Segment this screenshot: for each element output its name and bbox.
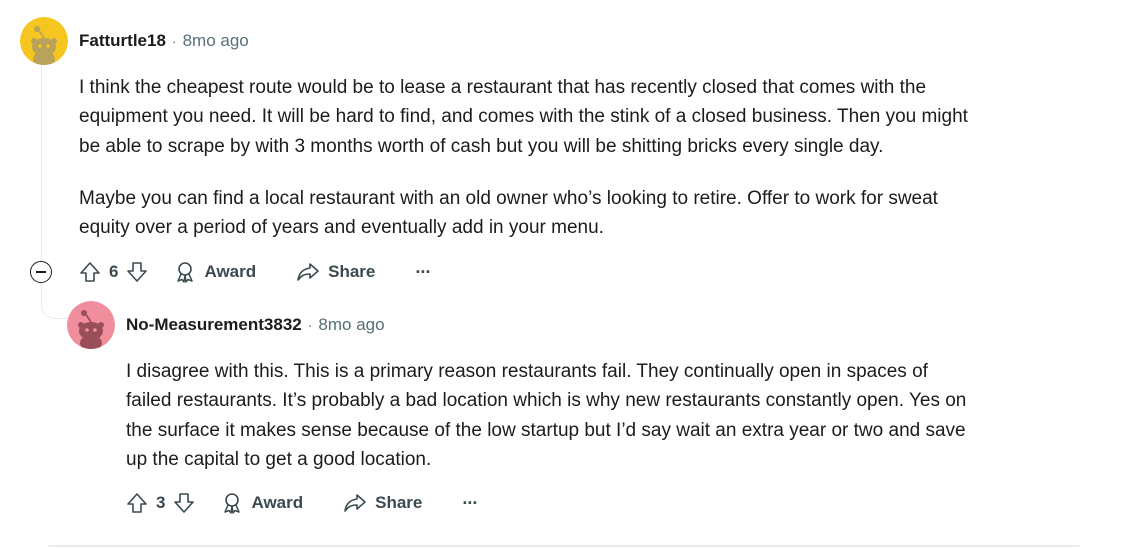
- share-label: Share: [375, 493, 423, 512]
- collapse-minus-icon: [36, 271, 46, 273]
- award-ribbon-icon: [177, 262, 194, 283]
- vote-count: 6: [109, 262, 119, 281]
- comment-paragraph: Maybe you can find a local restaurant wi…: [79, 184, 938, 243]
- timestamp[interactable]: 8mo ago: [318, 315, 384, 335]
- comment-actions: 3 Award Share ···: [126, 488, 478, 518]
- text-line: equipment you need. It will be hard to f…: [79, 106, 968, 128]
- more-options-button[interactable]: ···: [415, 262, 431, 283]
- text-line: I think the cheapest route would be to l…: [79, 77, 927, 98]
- comment-meta: Fatturtle18 · 8mo ago: [79, 31, 249, 51]
- meta-separator: ·: [171, 33, 177, 49]
- snoo-avatar-icon: [20, 17, 68, 65]
- share-arrow-icon: [344, 494, 366, 512]
- more-options-button[interactable]: ···: [462, 493, 478, 514]
- share-button[interactable]: Share: [296, 261, 375, 283]
- award-button[interactable]: Award: [174, 261, 256, 283]
- downvote-arrow-icon[interactable]: [173, 492, 195, 514]
- comment-actions: 6 Award Share ···: [79, 257, 431, 287]
- share-button[interactable]: Share: [343, 492, 422, 514]
- comment-paragraph: I disagree with this. This is a primary …: [126, 357, 966, 474]
- share-label: Share: [328, 262, 376, 281]
- downvote-arrow-icon[interactable]: [126, 261, 148, 283]
- thread-elbow-connector: [41, 284, 72, 319]
- upvote-arrow-icon[interactable]: [126, 492, 148, 514]
- avatar[interactable]: [67, 301, 115, 349]
- avatar[interactable]: [20, 17, 68, 65]
- snoo-avatar-icon: [67, 301, 115, 349]
- text-line: I disagree with this. This is a primary …: [126, 361, 928, 382]
- timestamp[interactable]: 8mo ago: [183, 31, 249, 51]
- meta-separator: ·: [307, 317, 313, 333]
- text-line: equity over a period of years and eventu…: [79, 217, 604, 239]
- vote-count: 3: [156, 493, 166, 512]
- comment-meta: No-Measurement3832 · 8mo ago: [126, 315, 385, 335]
- award-button[interactable]: Award: [221, 492, 303, 514]
- upvote-arrow-icon[interactable]: [79, 261, 101, 283]
- share-arrow-icon: [297, 263, 319, 281]
- award-label: Award: [251, 493, 304, 512]
- text-line: the surface it makes sense because of th…: [126, 419, 966, 441]
- text-line: failed restaurants. It’s probably a bad …: [126, 390, 967, 412]
- text-line: Maybe you can find a local restaurant wi…: [79, 188, 938, 209]
- text-line: up the capital to get a good location.: [126, 448, 432, 470]
- award-ribbon-icon: [224, 493, 241, 514]
- divider: [48, 545, 1080, 547]
- comment-paragraph: I think the cheapest route would be to l…: [79, 73, 968, 161]
- username[interactable]: Fatturtle18: [79, 31, 166, 51]
- collapse-thread-button[interactable]: [30, 261, 52, 283]
- thread-line: [41, 62, 42, 262]
- award-label: Award: [204, 262, 257, 281]
- text-line: be able to scrape by with 3 months worth…: [79, 135, 884, 157]
- username[interactable]: No-Measurement3832: [126, 315, 302, 335]
